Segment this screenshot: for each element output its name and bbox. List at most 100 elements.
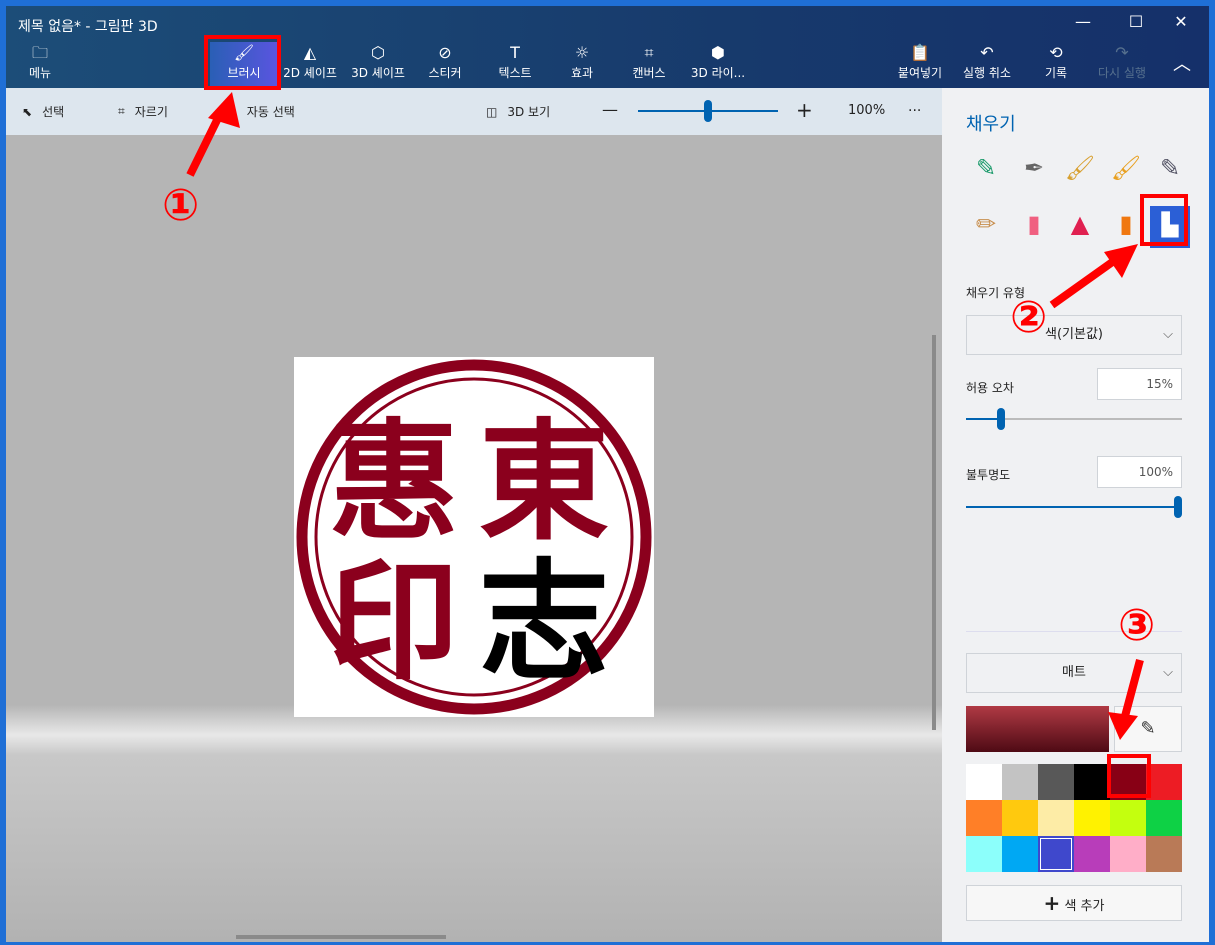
chevron-down-icon: ⌵ — [1163, 665, 1173, 680]
svg-text:惠: 惠 — [329, 406, 459, 558]
fill-panel: 채우기 ✎ ✒ 🖌 🖌 ✎ ✏ ▮ ▲ ▮ ▙ 채우기 유형 색(기본값) ⌵ 허… — [942, 88, 1209, 942]
color-swatch[interactable] — [966, 836, 1002, 872]
color-swatch[interactable] — [1146, 764, 1182, 800]
pixel-pen-icon[interactable]: ✎ — [1154, 154, 1186, 194]
clipboard-icon: 📋 — [910, 43, 930, 62]
magic-select-button[interactable]: ⚲ 자동 선택 — [228, 103, 295, 120]
tool-2d-shapes[interactable]: ◭ 2D 셰이프 — [280, 42, 340, 88]
calligraphy-pen-icon[interactable]: ✒ — [1018, 154, 1050, 194]
close-button[interactable]: ✕ — [1166, 12, 1196, 31]
sticker-icon: ⊘ — [438, 43, 452, 62]
canvas-area[interactable]: 惠 東 印 志 — [6, 135, 942, 942]
color-swatch[interactable] — [1038, 836, 1074, 872]
title-toolbar: 제목 없음* - 그림판 3D — ☐ ✕ 🗀 메뉴 🖌 브러시 ◭ 2D 셰이프 ⬡… — [6, 6, 1209, 88]
annotation-number-2: ② — [1010, 292, 1048, 343]
paint3d-window: 제목 없음* - 그림판 3D — ☐ ✕ 🗀 메뉴 🖌 브러시 ◭ 2D 셰이프 ⬡… — [6, 6, 1209, 942]
color-swatch[interactable] — [1074, 800, 1110, 836]
color-swatch[interactable] — [1002, 764, 1038, 800]
fill-type-dropdown[interactable]: 색(기본값) ⌵ — [966, 315, 1182, 355]
tool-label: 캔버스 — [632, 66, 666, 80]
crop-button[interactable]: ⌗ 자르기 — [118, 103, 168, 120]
minimize-button[interactable]: — — [1068, 12, 1098, 31]
maximize-button[interactable]: ☐ — [1121, 12, 1151, 31]
oil-brush-icon[interactable]: 🖌 — [1064, 154, 1096, 194]
history-button[interactable]: ⟲ 기록 — [1036, 42, 1076, 88]
tool-3d-library[interactable]: ⬢ 3D 라이... — [690, 42, 746, 88]
color-swatch[interactable] — [1110, 836, 1146, 872]
more-button[interactable]: ··· — [908, 103, 921, 119]
eraser-icon[interactable]: ▮ — [1018, 210, 1050, 250]
color-swatch[interactable] — [1074, 764, 1110, 800]
select-button[interactable]: ⬉ 선택 — [22, 103, 64, 120]
color-swatch[interactable] — [1002, 800, 1038, 836]
spray-can-icon[interactable]: ▮ — [1110, 210, 1142, 250]
tool-canvas[interactable]: ⌗ 캔버스 — [626, 42, 672, 88]
zoom-level[interactable]: 100% — [848, 103, 885, 118]
color-swatch[interactable] — [1002, 836, 1038, 872]
opacity-slider-thumb[interactable] — [1174, 496, 1182, 518]
color-palette — [966, 764, 1182, 872]
tool-effects[interactable]: ☼ 효과 — [562, 42, 602, 88]
undo-icon: ↶ — [980, 43, 994, 62]
3d-library-icon: ⬢ — [711, 43, 725, 62]
vertical-scrollbar[interactable] — [932, 335, 936, 730]
tool-3d-shapes[interactable]: ⬡ 3D 셰이프 — [348, 42, 408, 88]
crayon-icon[interactable]: ▲ — [1064, 210, 1096, 250]
watercolor-icon[interactable]: 🖌 — [1110, 154, 1142, 194]
horizontal-scrollbar[interactable] — [236, 935, 446, 939]
sub-toolbar: ⬉ 선택 ⌗ 자르기 ⚲ 자동 선택 ◫ 3D 보기 — + 100% ··· — [6, 88, 942, 135]
color-swatch[interactable] — [1038, 764, 1074, 800]
folder-icon: 🗀 — [31, 43, 48, 62]
color-swatch[interactable] — [1146, 800, 1182, 836]
undo-button[interactable]: ↶ 실행 취소 — [958, 42, 1016, 88]
drawing-canvas[interactable]: 惠 東 印 志 — [294, 357, 654, 717]
tolerance-input[interactable]: 15% — [1097, 368, 1182, 400]
finish-value: 매트 — [1062, 665, 1086, 680]
eyedropper-button[interactable]: ✎ — [1114, 706, 1182, 752]
zoom-slider[interactable] — [638, 100, 778, 122]
paste-label: 붙여넣기 — [897, 66, 943, 80]
add-color-button[interactable]: + 색 추가 — [966, 885, 1182, 921]
tool-brush[interactable]: 🖌 브러시 — [210, 42, 278, 88]
tolerance-slider-thumb[interactable] — [997, 408, 1005, 430]
seal-image: 惠 東 印 志 — [296, 359, 652, 715]
text-icon: T — [510, 43, 520, 62]
3d-shapes-icon: ⬡ — [371, 43, 385, 62]
window-title: 제목 없음* - 그림판 3D — [18, 19, 158, 35]
color-swatch[interactable] — [1146, 836, 1182, 872]
tool-label: 2D 셰이프 — [283, 66, 337, 80]
fill-bucket-icon[interactable]: ▙ — [1150, 206, 1190, 248]
marker-brush-icon[interactable]: ✎ — [970, 154, 1002, 194]
zoom-in-button[interactable]: + — [796, 98, 813, 122]
annotation-number-1: ① — [162, 180, 200, 231]
color-swatch[interactable] — [966, 800, 1002, 836]
color-swatch[interactable] — [1110, 764, 1146, 800]
tool-label: 브러시 — [227, 66, 261, 80]
current-color-swatch[interactable] — [966, 706, 1109, 752]
svg-text:志: 志 — [479, 546, 609, 698]
color-swatch[interactable] — [1110, 800, 1146, 836]
view-3d-icon: ◫ — [486, 104, 498, 119]
fill-type-value: 색(기본값) — [1045, 327, 1103, 342]
zoom-slider-thumb[interactable] — [704, 100, 712, 122]
zoom-out-button[interactable]: — — [602, 100, 618, 119]
finish-dropdown[interactable]: 매트 ⌵ — [966, 653, 1182, 693]
crop-label: 자르기 — [134, 105, 168, 119]
crop-icon: ⌗ — [118, 104, 125, 118]
opacity-slider[interactable] — [966, 496, 1182, 518]
tool-stickers[interactable]: ⊘ 스티커 — [420, 42, 470, 88]
tolerance-slider[interactable] — [966, 408, 1182, 430]
effects-icon: ☼ — [574, 43, 590, 62]
tool-text[interactable]: T 텍스트 — [490, 42, 540, 88]
opacity-label: 불투명도 — [966, 468, 1011, 482]
view-3d-button[interactable]: ◫ 3D 보기 — [486, 103, 550, 120]
paste-button[interactable]: 📋 붙여넣기 — [894, 42, 946, 88]
color-swatch[interactable] — [1074, 836, 1110, 872]
color-swatch[interactable] — [966, 764, 1002, 800]
redo-button[interactable]: ↷ 다시 실행 — [1094, 42, 1150, 88]
undo-label: 실행 취소 — [963, 66, 1011, 80]
menu-button[interactable]: 🗀 메뉴 — [20, 42, 60, 88]
pencil-icon[interactable]: ✏ — [970, 210, 1002, 250]
opacity-input[interactable]: 100% — [1097, 456, 1182, 488]
color-swatch[interactable] — [1038, 800, 1074, 836]
